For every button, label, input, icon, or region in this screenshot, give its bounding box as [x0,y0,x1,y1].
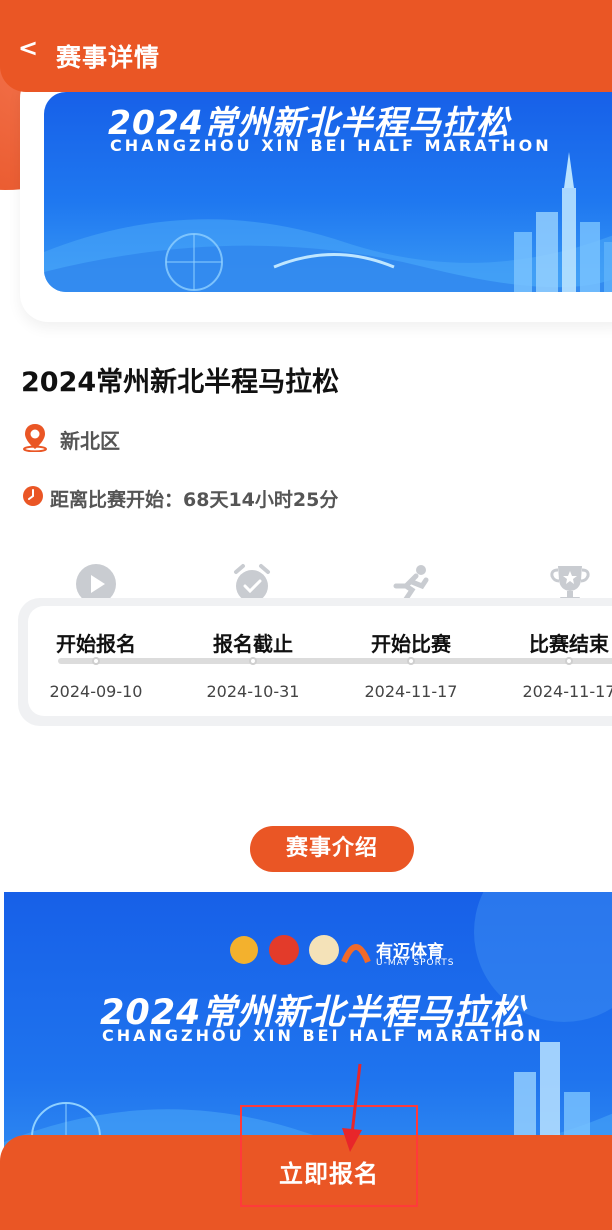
step-dot [92,657,100,665]
timeline-track [58,658,612,664]
step-date-race-start: 2024-11-17 [364,682,458,701]
location-row: 新北区 [22,424,120,454]
banner-subtitle: CHANGZHOU XIN BEI HALF MARATHON [110,136,552,155]
countdown-row: 距离比赛开始：68天14小时25分 [22,484,338,512]
step-label-race-end: 比赛结束 [529,632,609,656]
event-banner-image: 2024常州新北半程马拉松 CHANGZHOU XIN BEI HALF MAR… [44,92,612,292]
event-title: 2024常州新北半程马拉松 [21,367,340,398]
signup-button[interactable]: 立即报名 [240,1105,418,1207]
step-date-race-end: 2024-11-17 [522,682,612,701]
page-title: 赛事详情 [56,43,161,72]
banner-card: 2024常州新北半程马拉松 CHANGZHOU XIN BEI HALF MAR… [20,70,612,322]
poster-subtitle: CHANGZHOU XIN BEI HALF MARATHON [102,1026,544,1045]
step-dot [407,657,415,665]
step-dot [249,657,257,665]
header-bar: < 赛事详情 [0,0,612,92]
location-text: 新北区 [60,428,120,453]
timeline-card: 开始报名 2024-09-10 报名截止 2024-10-31 开始比赛 202… [18,598,612,726]
location-pin-icon [22,422,48,456]
back-button[interactable]: < [18,36,38,60]
step-label-signup-end: 报名截止 [213,632,293,656]
step-date-signup-end: 2024-10-31 [206,682,300,701]
intro-tab[interactable]: 赛事介绍 [250,826,414,872]
step-dot [565,657,573,665]
clock-icon [22,485,44,511]
step-date-signup-start: 2024-09-10 [49,682,143,701]
countdown-text: 距离比赛开始：68天14小时25分 [50,488,339,511]
sponsor-subtitle: U-MAY SPORTS [376,958,455,968]
step-label-race-start: 开始比赛 [371,632,451,656]
step-label-signup-start: 开始报名 [56,632,136,656]
signup-button-label: 立即报名 [279,1160,379,1188]
timeline-panel: 开始报名 2024-09-10 报名截止 2024-10-31 开始比赛 202… [28,606,612,716]
annotation-arrow-icon [342,1063,362,1152]
event-detail-page: < 赛事详情 2024常州新北半程马拉松 CHANGZHOU XIN BEI H… [0,0,612,1230]
